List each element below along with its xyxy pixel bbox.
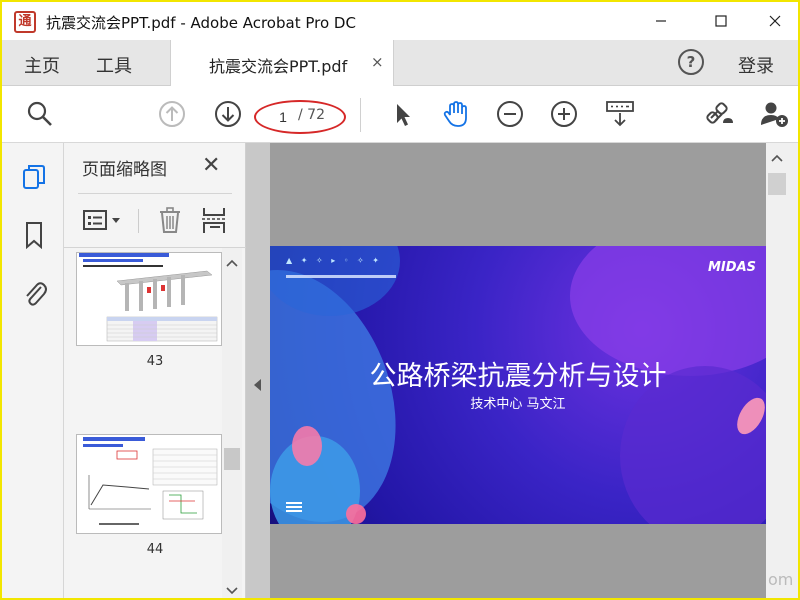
midas-logo: MIDAS xyxy=(708,260,756,275)
title-bar: 通 抗震交流会PPT.pdf - Adobe Acrobat Pro DC xyxy=(2,2,798,40)
zoom-in-icon xyxy=(551,101,577,127)
highlight-oval xyxy=(254,100,346,134)
scroll-up-arrow-icon xyxy=(771,154,783,162)
close-window-button[interactable] xyxy=(752,2,798,40)
hand-tool-icon xyxy=(443,101,467,127)
scroll-down-arrow-icon xyxy=(226,587,238,595)
page-preview-image xyxy=(79,253,218,342)
collapse-panel-arrow-icon[interactable] xyxy=(254,379,261,391)
decor-blob xyxy=(346,504,366,524)
scroll-up-arrow-icon xyxy=(226,259,238,267)
minimize-button[interactable] xyxy=(638,2,684,40)
slide-subtitle: 技术中心 马文江 xyxy=(470,397,566,412)
page-up-icon xyxy=(159,101,185,127)
tab-bar: 主页 工具 抗震交流会PPT.pdf × ? 登录 xyxy=(2,40,798,86)
slide-page: ▲ ✦ ✧ ▸ ◦ ✧ ✦ MIDAS 公路桥梁抗震分析与设计 技术中心 马文江 xyxy=(270,246,766,524)
trash-icon xyxy=(160,207,180,233)
slide-header-caption xyxy=(286,274,396,282)
delete-page-button[interactable] xyxy=(156,205,184,235)
minimize-icon xyxy=(656,20,666,22)
thumbnails-list: 43 44 xyxy=(64,247,246,598)
document-scrollbar[interactable] xyxy=(766,143,798,598)
help-button[interactable]: ? xyxy=(678,49,704,75)
panel-toolbar xyxy=(78,203,232,239)
slide-header-decor: ▲ ✦ ✧ ▸ ◦ ✧ ✦ xyxy=(286,256,382,265)
close-icon xyxy=(769,15,781,27)
zoom-out-button[interactable] xyxy=(494,98,526,130)
zoom-in-button[interactable] xyxy=(548,98,580,130)
zoom-out-icon xyxy=(497,101,523,127)
toolbar-divider xyxy=(360,98,361,132)
previous-page-button[interactable] xyxy=(156,98,188,130)
tab-document[interactable]: 抗震交流会PPT.pdf × xyxy=(170,40,394,86)
caption-line-graphic xyxy=(286,275,396,278)
watermark-text: om xyxy=(768,570,794,589)
thumbnail-label: 44 xyxy=(146,542,164,557)
attachments-button[interactable] xyxy=(20,279,48,307)
page-extract-icon xyxy=(202,208,226,233)
hand-tool-button[interactable] xyxy=(440,98,472,130)
bookmarks-button[interactable] xyxy=(20,221,48,249)
select-tool-button[interactable] xyxy=(386,98,418,130)
panel-close-button[interactable]: ✕ xyxy=(202,153,220,178)
page-preview-image xyxy=(83,437,218,525)
toolbar xyxy=(2,86,798,143)
bookmark-icon xyxy=(26,222,42,249)
panel-title: 页面缩略图 xyxy=(82,160,167,180)
scrollbar-thumb[interactable] xyxy=(768,173,786,195)
add-user-button[interactable] xyxy=(758,98,790,130)
scrollbar-thumb[interactable] xyxy=(224,448,240,470)
panel-tools-divider xyxy=(138,209,139,233)
maximize-button[interactable] xyxy=(698,2,744,40)
navigation-rail xyxy=(2,143,64,598)
thumbnails-scrollbar[interactable] xyxy=(222,248,242,598)
select-pointer-icon xyxy=(397,104,410,126)
page-thumbnails-button[interactable] xyxy=(20,163,48,191)
maximize-icon xyxy=(715,15,727,27)
tab-home[interactable]: 主页 xyxy=(24,52,60,78)
app-logo-icon: 通 xyxy=(14,11,36,33)
page-thumbnails-icon xyxy=(23,165,45,189)
thumbnail-label: 43 xyxy=(146,354,164,369)
login-button[interactable]: 登录 xyxy=(738,52,774,78)
page-down-icon xyxy=(215,101,241,127)
share-link-button[interactable] xyxy=(704,98,736,130)
thumbnail-page-43[interactable] xyxy=(76,252,222,346)
attachment-icon xyxy=(26,282,47,306)
thumbnail-page-44[interactable] xyxy=(76,434,222,534)
extract-page-button[interactable] xyxy=(200,205,228,235)
tab-document-label: 抗震交流会PPT.pdf xyxy=(209,57,348,76)
keyboard-scroll-icon xyxy=(606,101,634,127)
options-list-icon xyxy=(83,210,120,230)
scroll-mode-button[interactable] xyxy=(604,98,636,130)
document-viewer: ▲ ✦ ✧ ▸ ◦ ✧ ✦ MIDAS 公路桥梁抗震分析与设计 技术中心 马文江 xyxy=(246,143,798,598)
thumbnail-options-button[interactable] xyxy=(82,207,126,235)
tab-tools[interactable]: 工具 xyxy=(96,52,132,78)
next-page-button[interactable] xyxy=(212,98,244,130)
slide-title: 公路桥梁抗震分析与设计 xyxy=(369,361,667,392)
thumbnails-panel: 页面缩略图 ✕ 43 44 xyxy=(64,143,246,598)
add-user-icon xyxy=(761,102,788,127)
menu-icon xyxy=(286,502,302,512)
search-icon xyxy=(27,101,52,126)
tab-close-button[interactable]: × xyxy=(371,53,384,71)
decor-blob xyxy=(292,426,322,466)
panel-divider xyxy=(78,193,232,194)
search-button[interactable] xyxy=(24,98,56,130)
window-title: 抗震交流会PPT.pdf - Adobe Acrobat Pro DC xyxy=(46,14,356,32)
share-link-icon xyxy=(706,102,733,124)
